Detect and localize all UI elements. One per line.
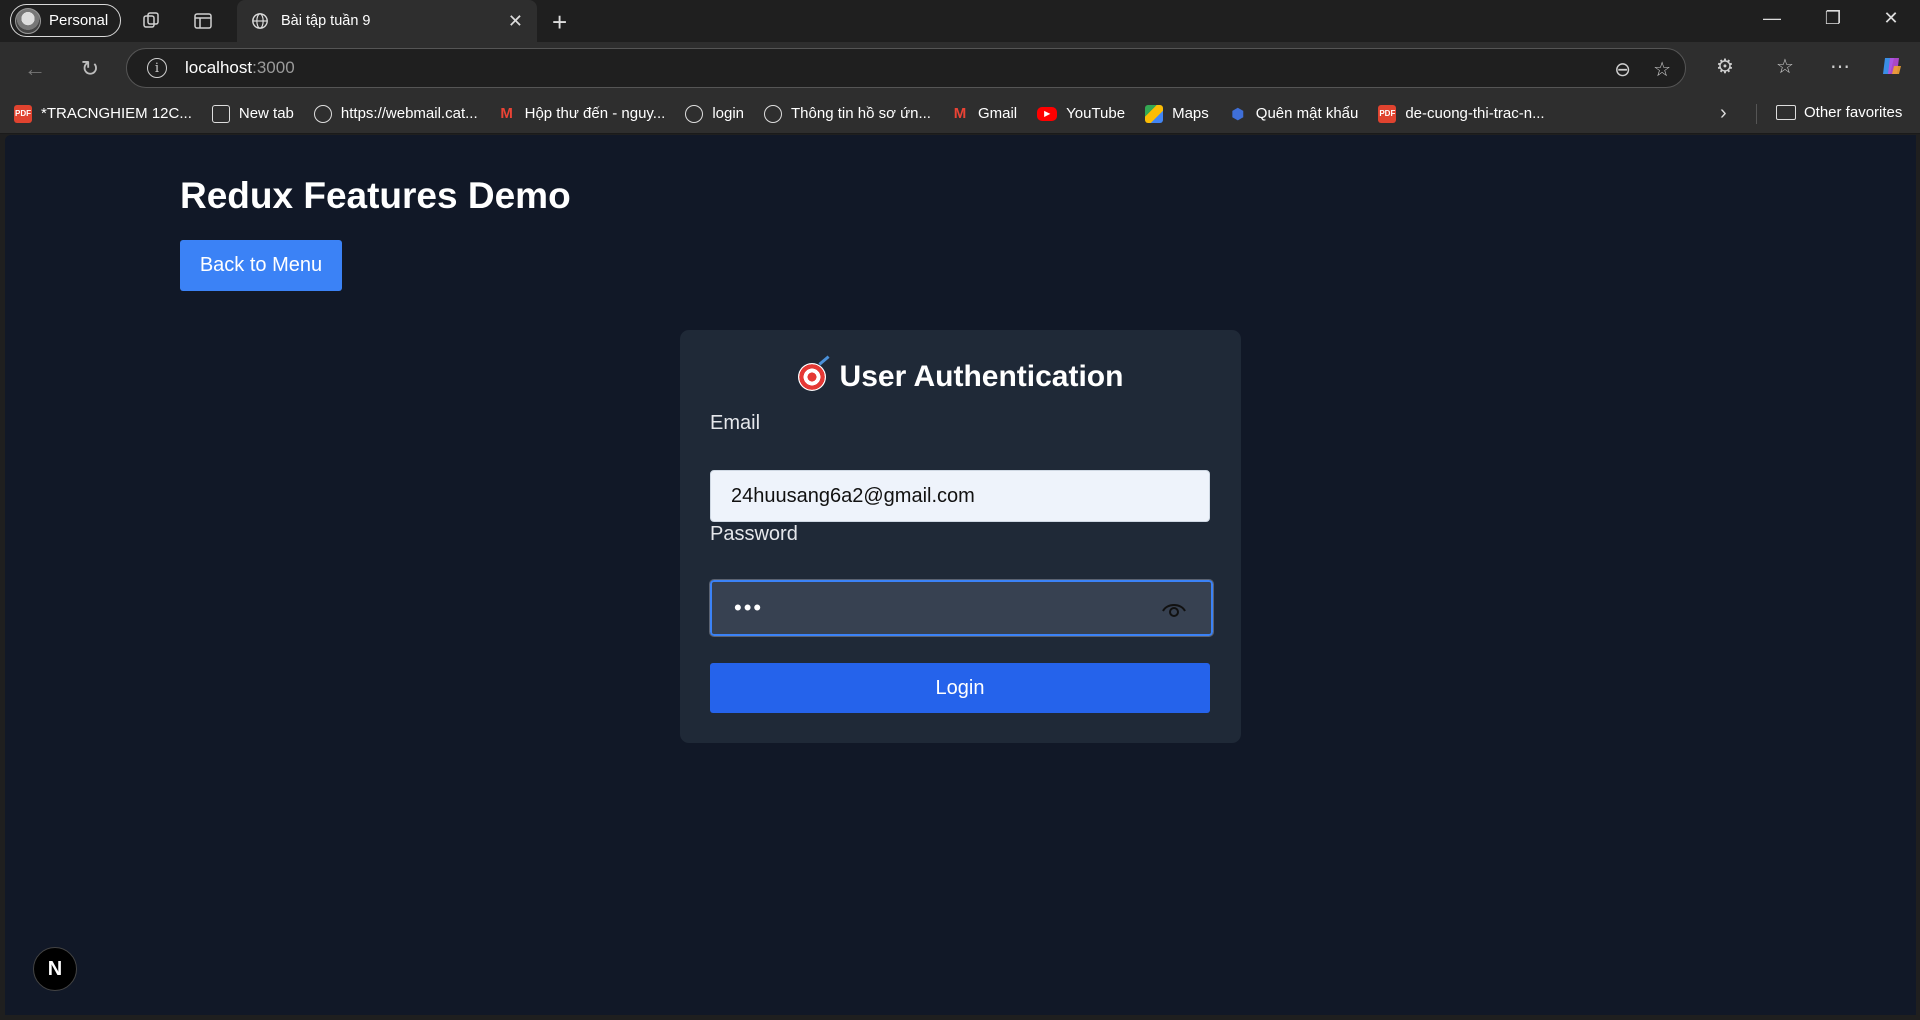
- bookmark-item[interactable]: PDF *TRACNGHIEM 12C...: [14, 104, 192, 123]
- url-text[interactable]: localhost:3000: [185, 58, 295, 78]
- close-tab-icon[interactable]: ✕: [508, 11, 523, 32]
- copilot-icon[interactable]: [1877, 54, 1907, 84]
- password-label: Password: [710, 523, 798, 545]
- extensions-icon[interactable]: ⚙: [1710, 54, 1740, 79]
- bookmark-item[interactable]: New tab: [211, 104, 294, 123]
- more-menu-icon[interactable]: ⋯: [1825, 54, 1855, 79]
- gmail-icon: M: [953, 105, 967, 122]
- avatar: [15, 7, 41, 34]
- bookmark-item[interactable]: M Hộp thư đến - nguy...: [498, 105, 665, 123]
- reading-mode-icon[interactable]: ⊖: [1614, 57, 1631, 82]
- vertical-tabs-icon[interactable]: [192, 10, 214, 32]
- active-tab[interactable]: Bài tập tuần 9 ✕: [237, 0, 537, 42]
- workspaces-icon[interactable]: [140, 10, 162, 32]
- pdf-icon: PDF: [1378, 104, 1397, 123]
- chevron-right-icon[interactable]: ›: [1720, 102, 1727, 125]
- favorite-star-icon[interactable]: ☆: [1653, 57, 1671, 82]
- login-button[interactable]: Login: [710, 663, 1210, 713]
- divider: [1756, 104, 1757, 124]
- window-close-icon[interactable]: ✕: [1876, 8, 1906, 29]
- address-bar[interactable]: i localhost:3000 ⊖ ☆: [126, 48, 1686, 88]
- youtube-icon: ▶: [1037, 106, 1058, 121]
- bookmark-item[interactable]: https://webmail.cat...: [313, 104, 478, 123]
- profile-label: Personal: [49, 12, 109, 29]
- password-value: •••: [734, 595, 764, 620]
- maps-icon: [1145, 104, 1164, 123]
- bookmark-item[interactable]: login: [685, 104, 744, 123]
- reload-icon[interactable]: ↻: [75, 56, 105, 82]
- gmail-icon: M: [500, 105, 513, 122]
- other-favorites[interactable]: Other favorites: [1776, 104, 1902, 121]
- bookmark-item[interactable]: ▶ YouTube: [1037, 105, 1125, 122]
- password-field[interactable]: •••: [709, 579, 1214, 637]
- info-icon[interactable]: i: [147, 58, 167, 78]
- bookmark-item[interactable]: Thông tin hồ sơ ứn...: [764, 104, 931, 123]
- bookmark-item[interactable]: ⬢ Quên mật khẩu: [1229, 105, 1358, 123]
- globe-icon: [252, 13, 268, 29]
- email-field[interactable]: 24huusang6a2@gmail.com: [710, 470, 1210, 522]
- tab-icon: [211, 104, 230, 123]
- favorites-icon[interactable]: ☆: [1770, 54, 1800, 79]
- globe-icon: [313, 104, 332, 123]
- globe-icon: [685, 104, 704, 123]
- browser-toolbar: ← ↻ i localhost:3000 ⊖ ☆ ⚙ ☆ ⋯: [0, 42, 1920, 94]
- email-label: Email: [710, 412, 761, 434]
- globe-icon: [764, 104, 783, 123]
- folder-icon: [1776, 105, 1796, 120]
- bookmarks-bar: PDF *TRACNGHIEM 12C... New tab https://we…: [0, 94, 1920, 134]
- auth-title: User Authentication: [680, 360, 1241, 394]
- bookmark-item[interactable]: Maps: [1145, 104, 1209, 123]
- pdf-icon: PDF: [14, 104, 32, 123]
- shield-icon: ⬢: [1231, 105, 1245, 123]
- profile-button[interactable]: Personal: [10, 4, 122, 37]
- bookmark-item[interactable]: PDF de-cuong-thi-trac-n...: [1378, 104, 1545, 123]
- bookmark-item[interactable]: M Gmail: [951, 105, 1017, 123]
- restore-icon[interactable]: ❐: [1818, 8, 1848, 29]
- browser-titlebar: Personal Bài tập tuần 9 ✕ + — ❐ ✕: [0, 0, 1920, 42]
- auth-card: User Authentication Email 24huusang6a2@g…: [680, 330, 1241, 743]
- back-arrow-icon[interactable]: ←: [20, 56, 50, 82]
- minimize-icon[interactable]: —: [1757, 8, 1787, 29]
- page-content: Redux Features Demo Back to Menu User Au…: [5, 135, 1916, 1015]
- back-to-menu-button[interactable]: Back to Menu: [180, 240, 342, 291]
- eye-icon[interactable]: [1161, 599, 1187, 619]
- nextjs-devtools-icon[interactable]: N: [33, 947, 77, 991]
- tab-title: Bài tập tuần 9: [281, 13, 371, 29]
- new-tab-icon[interactable]: +: [552, 7, 567, 38]
- target-icon: [797, 363, 826, 391]
- page-title: Redux Features Demo: [180, 175, 571, 216]
